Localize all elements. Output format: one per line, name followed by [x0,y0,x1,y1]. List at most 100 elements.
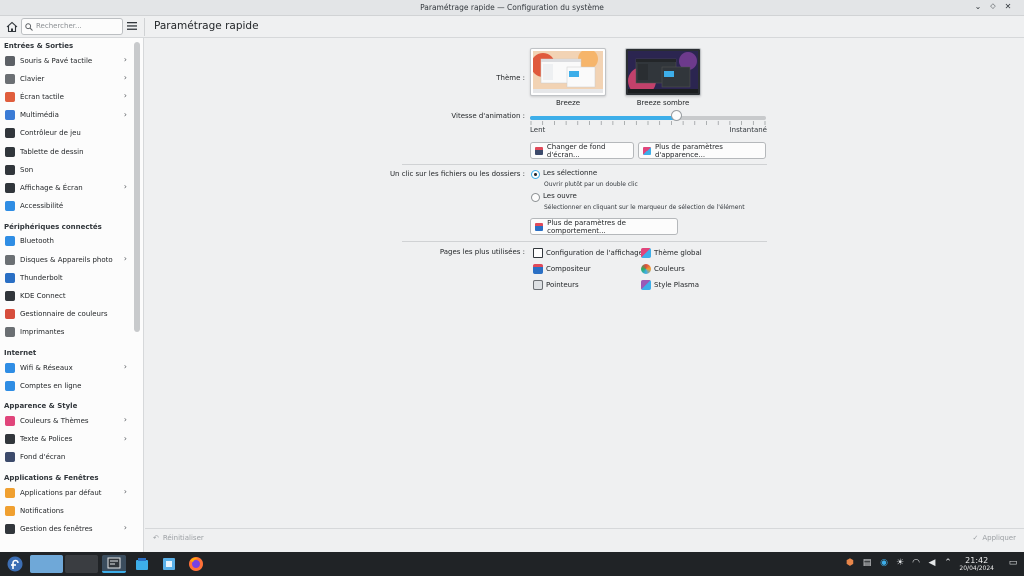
hamburger-menu-icon[interactable] [127,21,137,31]
maximize-button[interactable]: ◇ [987,2,999,10]
sidebar-category-header: Internet [4,349,37,357]
touchscreen-icon [5,91,15,102]
tray-clipboard-icon[interactable]: ▤ [862,558,872,568]
page-link-label: Couleurs [654,265,685,273]
change-wallpaper-button[interactable]: Changer de fond d'écran... [530,142,634,159]
window-titlebar: Paramétrage rapide — Configuration du sy… [0,0,1024,16]
tray-expand-icon[interactable]: ⌃ [943,558,953,568]
compositor-icon [533,264,543,274]
phone-icon [5,290,15,301]
sidebar-item[interactable]: Affichage & Écran › [3,179,131,196]
home-icon[interactable] [5,20,19,34]
sidebar-item[interactable]: Écran tactile › [3,88,131,105]
sidebar-item[interactable]: Notifications [3,502,131,519]
task-discover[interactable] [133,555,151,573]
page-link-compositor[interactable]: Compositeur [533,264,591,274]
sidebar-item[interactable]: Couleurs & Thèmes › [3,412,131,429]
plasma-style-icon [641,280,651,290]
sidebar-item[interactable]: Gestionnaire de couleurs [3,306,131,323]
virtual-desktop-2[interactable] [65,555,98,573]
minimize-button[interactable]: ⌄ [972,2,984,11]
sidebar-item[interactable]: Clavier › [3,70,131,87]
page-link-label: Pointeurs [546,281,579,289]
task-system-settings[interactable] [102,555,126,573]
search-input[interactable]: Rechercher... [21,18,123,35]
radio-open[interactable] [531,193,540,202]
sidebar-item[interactable]: Wifi & Réseaux › [3,359,131,376]
change-wallpaper-label: Changer de fond d'écran... [546,142,606,159]
sidebar-item[interactable]: Disques & Appareils photo › [3,251,131,268]
clock-date: 20/04/2024 [959,565,994,572]
animation-slider-ticks [530,121,766,125]
tray-package-icon[interactable]: ⬢ [845,558,855,568]
page-link-cursors[interactable]: Pointeurs [533,280,579,290]
sidebar-item[interactable]: Comptes en ligne [3,377,131,394]
color-manager-icon [5,309,15,320]
bell-icon [5,505,15,516]
sidebar-item-label: Notifications [20,506,64,515]
sidebar-item[interactable]: Bluetooth [3,233,131,250]
header-toolbar: Rechercher... Paramétrage rapide [0,16,1024,38]
sidebar-item[interactable]: Gestion des fenêtres › [3,520,131,537]
radio-select-label[interactable]: Les sélectionne [543,169,597,177]
theme-thumb-breeze-dark[interactable] [625,48,701,96]
online-accounts-icon [5,380,15,391]
reset-button[interactable]: ↶ Réinitialiser [153,534,204,542]
animation-slider[interactable] [530,116,766,120]
sidebar-item-label: KDE Connect [20,291,66,300]
sidebar-item[interactable]: Texte & Polices › [3,431,131,448]
app-launcher-button[interactable] [6,555,28,573]
taskbar-clock[interactable]: 21:42 20/04/2024 [959,556,994,572]
sidebar-category-header: Périphériques connectés [4,222,102,231]
more-behavior-button[interactable]: Plus de paramètres de comportement... [530,218,678,235]
font-icon [5,434,15,445]
task-firefox[interactable] [187,555,205,573]
mouse-icon [5,55,15,66]
animation-max-label: Instantané [729,126,767,134]
disk-icon [5,254,15,265]
sidebar-item[interactable]: Souris & Pavé tactile › [3,52,131,69]
chevron-right-icon: › [123,55,127,64]
page-link-display-config[interactable]: Configuration de l'affichage [533,248,643,258]
close-button[interactable]: ✕ [1002,2,1014,11]
sidebar-item-label: Comptes en ligne [20,381,82,390]
checkmark-icon: ✓ [972,534,979,542]
page-link-colors[interactable]: Couleurs [641,264,685,274]
tray-volume-icon[interactable]: ◀ [927,558,937,568]
sidebar-item[interactable]: Thunderbolt [3,269,131,286]
tray-kde-connect-icon[interactable]: ◉ [879,558,889,568]
sidebar-item[interactable]: KDE Connect [3,287,131,304]
sidebar-scrollbar[interactable] [134,42,140,332]
chevron-right-icon: › [123,182,127,192]
sidebar-item[interactable]: Applications par défaut › [3,484,131,501]
task-file-manager[interactable] [160,555,178,573]
sidebar-item-label: Gestionnaire de couleurs [20,310,108,319]
theme-thumb-breeze[interactable] [530,48,606,96]
sidebar-item[interactable]: Accessibilité [3,198,131,215]
show-desktop-icon[interactable]: ▭ [1008,558,1018,568]
thunderbolt-icon [5,272,15,283]
page-link-global-theme[interactable]: Thème global [641,248,702,258]
sidebar-item[interactable]: Son [3,161,131,178]
radio-open-hint: Sélectionner en cliquant sur le marqueur… [544,204,745,211]
sidebar-item[interactable]: Fond d'écran [3,449,131,466]
sidebar-item[interactable]: Imprimantes [3,324,131,341]
more-appearance-button[interactable]: Plus de paramètres d'apparence... [638,142,766,159]
sidebar-item[interactable]: Tablette de dessin [3,143,131,160]
search-icon [25,23,33,31]
page-link-label: Configuration de l'affichage [546,249,643,257]
tray-wifi-icon[interactable]: ◠ [911,558,921,568]
footer-bar: ↶ Réinitialiser ✓ Appliquer [145,528,1024,552]
sidebar-category-header: Applications & Fenêtres [4,474,99,482]
apply-button[interactable]: ✓ Appliquer [972,534,1016,542]
page-link-plasma-style[interactable]: Style Plasma [641,280,699,290]
tray-brightness-icon[interactable]: ☀ [895,558,905,568]
radio-select[interactable] [531,170,540,179]
sidebar-item[interactable]: Multimédia › [3,107,131,124]
virtual-desktop-1[interactable] [30,555,63,573]
behavior-icon [535,222,544,231]
wallpaper-icon [535,146,543,155]
sidebar-item[interactable]: Contrôleur de jeu [3,125,131,142]
gamepad-icon [5,128,15,139]
radio-open-label[interactable]: Les ouvre [543,192,577,200]
